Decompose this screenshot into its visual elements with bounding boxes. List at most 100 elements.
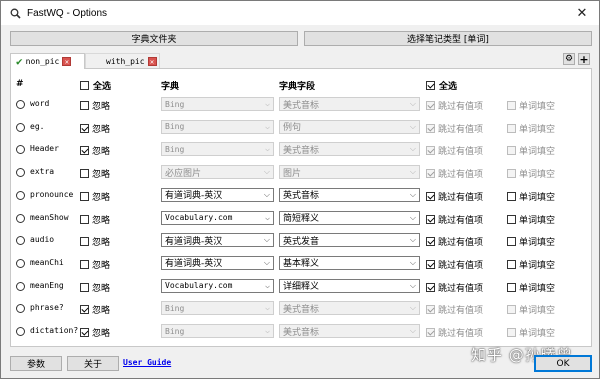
dict-select[interactable]: 必应图片 ⌵ [161,165,274,180]
skip-toggle[interactable]: 跳过有值项 [426,144,483,157]
skip-checkbox[interactable] [426,237,435,247]
dict-folder-button[interactable]: 字典文件夹 [10,31,298,46]
dict-field-select[interactable]: 美式音标 ⌵ [279,324,420,338]
cloze-toggle[interactable]: 单词填空 [507,326,555,339]
field-radio[interactable] [16,145,25,155]
close-button[interactable]: ✕ [565,1,599,25]
ignore-checkbox[interactable] [80,101,89,110]
field-radio[interactable] [16,168,25,178]
ignore-checkbox[interactable] [80,259,89,269]
skip-toggle[interactable]: 跳过有值项 [426,258,483,271]
field-radio[interactable] [16,236,25,246]
close-tab-icon[interactable]: ✕ [62,57,72,66]
cloze-toggle[interactable]: 单词填空 [507,144,555,157]
dict-select[interactable]: 有道词典-英汉 ⌵ [161,233,274,248]
cloze-checkbox[interactable] [507,282,516,292]
skip-checkbox[interactable] [426,305,435,315]
cloze-checkbox[interactable] [507,259,516,269]
dict-field-select[interactable]: 基本释义 ⌵ [279,255,420,270]
field-radio[interactable] [16,190,25,200]
ignore-checkbox[interactable] [80,191,89,201]
dict-select[interactable]: Vocabulary.com ⌵ [161,278,274,293]
dict-select[interactable]: Bing ⌵ [161,97,274,111]
ignore-toggle[interactable]: 忽略 [80,99,110,112]
select-all-ignore-checkbox[interactable] [80,81,89,90]
user-guide-link[interactable]: User Guide [123,358,171,367]
cloze-toggle[interactable]: 单词填空 [507,190,555,203]
skip-checkbox[interactable] [426,259,435,269]
close-tab-icon[interactable]: ✕ [147,57,157,66]
dict-field-select[interactable]: 英式音标 ⌵ [279,187,420,202]
cloze-toggle[interactable]: 单词填空 [507,281,555,294]
cloze-checkbox[interactable] [507,101,516,110]
skip-checkbox[interactable] [426,282,435,292]
ignore-toggle[interactable]: 忽略 [80,167,110,180]
skip-toggle[interactable]: 跳过有值项 [426,99,483,112]
skip-toggle[interactable]: 跳过有值项 [426,167,483,180]
ignore-toggle[interactable]: 忽略 [80,122,110,135]
cloze-checkbox[interactable] [507,191,516,201]
skip-checkbox[interactable] [426,123,435,133]
cloze-checkbox[interactable] [507,146,516,156]
ignore-checkbox[interactable] [80,282,89,292]
ignore-checkbox[interactable] [80,237,89,247]
select-all-skip-checkbox[interactable] [426,81,435,90]
dict-field-select[interactable]: 图片 ⌵ [279,165,420,180]
dict-select[interactable]: Bing ⌵ [161,142,274,157]
cloze-toggle[interactable]: 单词填空 [507,258,555,271]
ignore-checkbox[interactable] [80,169,89,179]
ignore-checkbox[interactable] [80,146,89,156]
ok-button[interactable]: OK [534,355,592,372]
dict-select[interactable]: Bing ⌵ [161,119,274,134]
dict-field-select[interactable]: 例句 ⌵ [279,119,420,134]
cloze-checkbox[interactable] [507,214,516,224]
skip-toggle[interactable]: 跳过有值项 [426,190,483,203]
skip-checkbox[interactable] [426,146,435,156]
skip-toggle[interactable]: 跳过有值项 [426,326,483,339]
dict-field-select[interactable]: 美式音标 ⌵ [279,142,420,157]
dict-select[interactable]: Bing ⌵ [161,324,274,338]
skip-toggle[interactable]: 跳过有值项 [426,303,483,316]
cloze-checkbox[interactable] [507,169,516,179]
skip-toggle[interactable]: 跳过有值项 [426,213,483,226]
dict-field-select[interactable]: 简短释义 ⌵ [279,210,420,225]
skip-toggle[interactable]: 跳过有值项 [426,235,483,248]
ignore-checkbox[interactable] [80,214,89,224]
skip-checkbox[interactable] [426,101,435,110]
dict-field-select[interactable]: 美式音标 ⌵ [279,97,420,111]
tab-with-pic[interactable]: with_pic ✕ [85,53,160,69]
cloze-checkbox[interactable] [507,328,516,337]
ignore-toggle[interactable]: 忽略 [80,281,110,294]
params-button[interactable]: 参数 [10,356,62,371]
tab-non-pic[interactable]: ✔ non_pic ✕ [10,53,85,69]
choose-note-type-button[interactable]: 选择笔记类型 [单词] [304,31,592,46]
ignore-toggle[interactable]: 忽略 [80,213,110,226]
cloze-toggle[interactable]: 单词填空 [507,213,555,226]
dict-field-select[interactable]: 详细释义 ⌵ [279,278,420,293]
cloze-toggle[interactable]: 单词填空 [507,303,555,316]
field-radio[interactable] [16,327,25,336]
header-select-all-skip[interactable]: 全选 [426,79,457,92]
dict-field-select[interactable]: 英式发音 ⌵ [279,233,420,248]
cloze-checkbox[interactable] [507,237,516,247]
dict-select[interactable]: 有道词典-英汉 ⌵ [161,187,274,202]
gear-icon[interactable]: ⚙ [563,53,575,65]
field-radio[interactable] [16,122,25,132]
cloze-checkbox[interactable] [507,123,516,133]
cloze-checkbox[interactable] [507,305,516,315]
cloze-toggle[interactable]: 单词填空 [507,235,555,248]
skip-toggle[interactable]: 跳过有值项 [426,122,483,135]
skip-toggle[interactable]: 跳过有值项 [426,281,483,294]
dict-select[interactable]: Bing ⌵ [161,301,274,316]
ignore-checkbox[interactable] [80,328,89,337]
ignore-checkbox[interactable] [80,305,89,315]
ignore-toggle[interactable]: 忽略 [80,190,110,203]
skip-checkbox[interactable] [426,328,435,337]
field-radio[interactable] [16,100,25,109]
cloze-toggle[interactable]: 单词填空 [507,99,555,112]
cloze-toggle[interactable]: 单词填空 [507,167,555,180]
ignore-toggle[interactable]: 忽略 [80,303,110,316]
field-radio[interactable] [16,304,25,314]
header-select-all-ignore[interactable]: 全选 [80,79,111,92]
cloze-toggle[interactable]: 单词填空 [507,122,555,135]
